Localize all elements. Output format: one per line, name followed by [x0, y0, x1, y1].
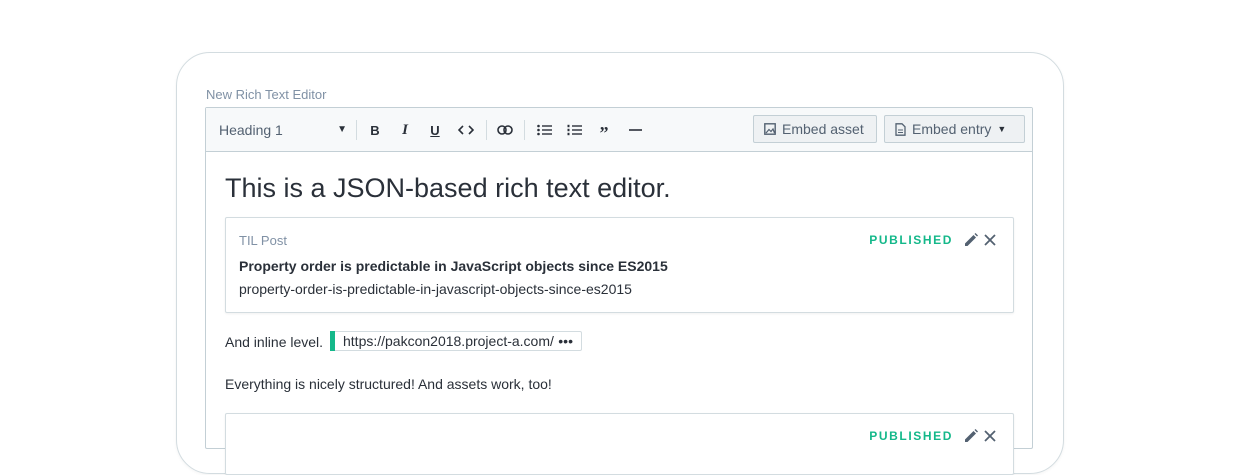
- caret-down-icon: ▼: [997, 124, 1007, 134]
- entry-content-type: TIL Post: [239, 233, 287, 248]
- toolbar-divider: [524, 120, 525, 140]
- document-heading[interactable]: This is a JSON-based rich text editor.: [225, 173, 671, 204]
- close-icon[interactable]: [982, 428, 998, 444]
- heading-select-value: Heading 1: [219, 122, 283, 138]
- embed-entry-label: Embed entry: [912, 121, 992, 137]
- field-label: New Rich Text Editor: [206, 87, 327, 102]
- code-icon: [458, 125, 474, 135]
- rich-text-editor: Heading 1 ▼ B I U ” Embed asset Embed en…: [205, 107, 1033, 475]
- link-button[interactable]: [494, 119, 516, 141]
- quote-icon: ”: [599, 122, 609, 143]
- numbered-list-button[interactable]: [563, 119, 585, 141]
- horizontal-rule-button[interactable]: [624, 119, 646, 141]
- link-icon: [497, 125, 513, 135]
- inline-entry-url: https://pakcon2018.project-a.com/: [343, 333, 554, 349]
- italic-button[interactable]: I: [394, 119, 416, 141]
- toolbar-divider: [356, 120, 357, 140]
- paragraph[interactable]: Everything is nicely structured! And ass…: [225, 376, 552, 392]
- caret-down-icon: ▼: [337, 124, 347, 135]
- embedded-asset-card[interactable]: PUBLISHED: [225, 413, 1014, 475]
- quote-button[interactable]: ”: [593, 119, 615, 143]
- status-badge: PUBLISHED: [869, 233, 953, 247]
- bulleted-list-button[interactable]: [533, 119, 555, 141]
- embed-asset-button[interactable]: Embed asset: [753, 115, 877, 143]
- toolbar-divider: [486, 120, 487, 140]
- underline-icon: U: [430, 122, 440, 138]
- edit-icon[interactable]: [963, 428, 979, 444]
- status-badge: PUBLISHED: [869, 429, 953, 443]
- entry-title: Property order is predictable in JavaScr…: [239, 258, 668, 274]
- inline-entry-chip[interactable]: https://pakcon2018.project-a.com/ •••: [330, 331, 582, 351]
- document-icon: [895, 122, 906, 136]
- italic-icon: I: [402, 121, 408, 138]
- image-icon: [764, 123, 776, 135]
- heading-select[interactable]: Heading 1 ▼: [219, 121, 347, 139]
- edit-icon[interactable]: [963, 232, 979, 248]
- close-icon[interactable]: [982, 232, 998, 248]
- embed-entry-button[interactable]: Embed entry ▼: [884, 115, 1025, 143]
- entry-slug: property-order-is-predictable-in-javascr…: [239, 281, 632, 297]
- bold-button[interactable]: B: [364, 119, 386, 141]
- code-button[interactable]: [455, 119, 477, 141]
- bold-icon: B: [370, 122, 380, 138]
- status-indicator: [330, 331, 335, 351]
- underline-button[interactable]: U: [424, 119, 446, 141]
- embed-asset-label: Embed asset: [782, 121, 864, 137]
- bulleted-list-icon: [536, 124, 552, 136]
- editor-toolbar: Heading 1 ▼ B I U ” Embed asset Embed en…: [206, 108, 1032, 152]
- embedded-entry-card[interactable]: TIL Post PUBLISHED Property order is pre…: [225, 217, 1014, 313]
- paragraph[interactable]: And inline level.: [225, 334, 323, 350]
- more-icon[interactable]: •••: [558, 333, 573, 349]
- numbered-list-icon: [567, 124, 582, 136]
- horizontal-rule-icon: [628, 129, 642, 131]
